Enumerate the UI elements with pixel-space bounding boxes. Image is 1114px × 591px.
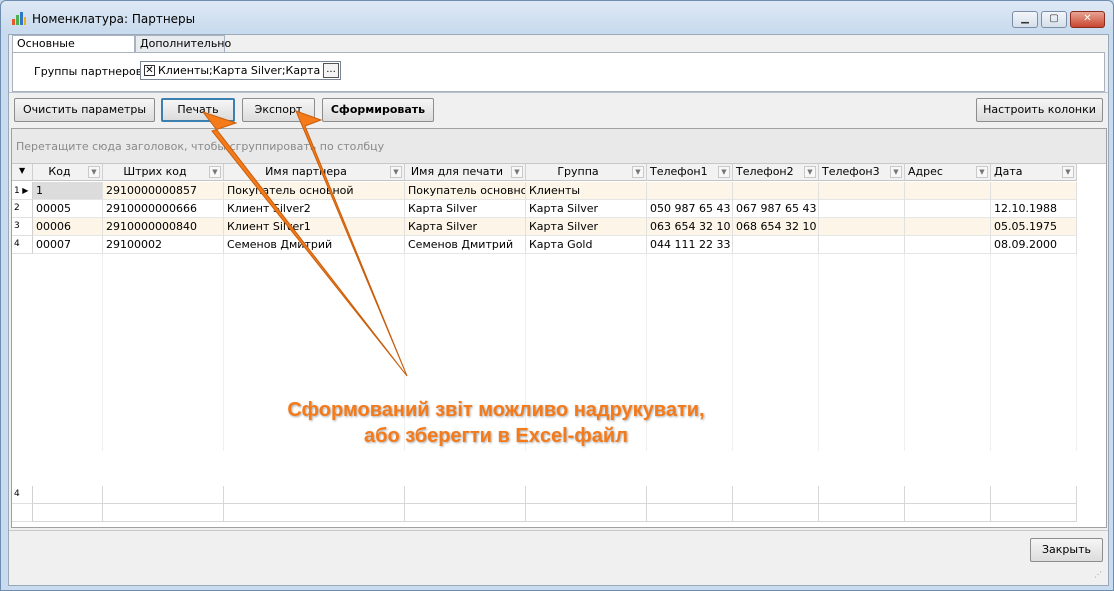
arrow-to-print (201, 111, 408, 377)
annotation-text: Сформований звіт можливо надрукувати, аб… (246, 397, 746, 449)
annotation-line-1: Сформований звіт можливо надрукувати, (287, 399, 705, 421)
annotation-arrows (201, 110, 408, 377)
arrow-to-export (295, 110, 408, 377)
annotation-line-2: або зберегти в Excel-файл (364, 425, 628, 447)
